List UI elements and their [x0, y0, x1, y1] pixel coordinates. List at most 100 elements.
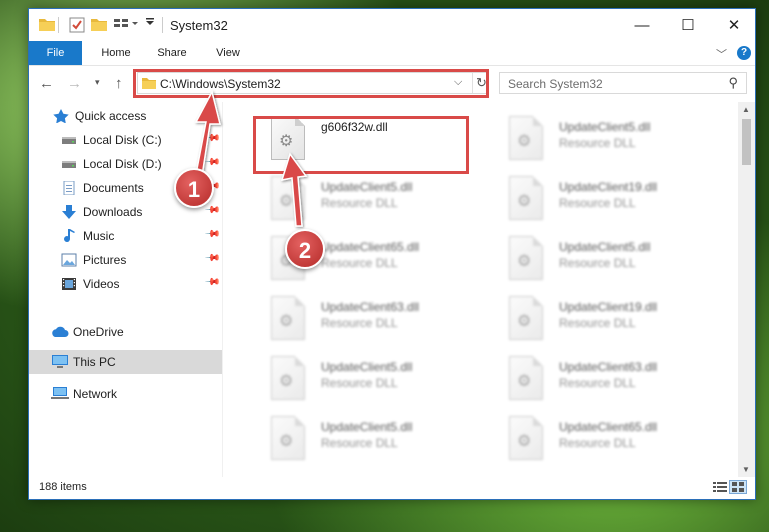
title-bar: System32 — ☐ ✕ — [29, 9, 755, 41]
sidebar-item-pictures[interactable]: Pictures 📌 — [29, 248, 222, 272]
dll-file-icon: ⚙ — [509, 236, 543, 280]
file-name: UpdateClient5.dll — [321, 360, 413, 374]
ribbon-expand-icon[interactable]: ﹀ — [716, 46, 727, 62]
sidebar-item-videos[interactable]: Videos 📌 — [29, 272, 222, 296]
recent-locations-icon[interactable]: ▾ — [95, 77, 100, 88]
file-name: UpdateClient63.dll — [559, 360, 658, 374]
pin-icon[interactable]: 📌 — [203, 250, 220, 267]
address-highlight-box — [133, 69, 489, 98]
sidebar-item-label: Local Disk (D:) — [83, 157, 162, 171]
file-type: Resource DLL — [559, 316, 636, 330]
file-item[interactable]: ⚙ UpdateClient65.dll Resource DLL — [247, 232, 477, 288]
file-type: Resource DLL — [321, 196, 398, 210]
file-name: UpdateClient5.dll — [321, 420, 413, 434]
file-type: Resource DLL — [321, 436, 398, 450]
star-icon — [53, 109, 69, 124]
customize-toolbar-icon[interactable] — [113, 17, 141, 31]
dll-file-icon: ⚙ — [509, 116, 543, 160]
sidebar-item-this-pc[interactable]: This PC — [29, 350, 222, 374]
details-view-icon[interactable] — [713, 481, 727, 496]
file-item[interactable]: ⚙ UpdateClient5.dll Resource DLL — [247, 352, 477, 408]
file-type: Resource DLL — [321, 376, 398, 390]
sidebar-item-label: Documents — [83, 181, 144, 195]
network-icon — [51, 387, 69, 401]
music-icon — [61, 229, 77, 243]
scroll-thumb[interactable] — [742, 119, 751, 165]
tab-home[interactable]: Home — [91, 41, 141, 65]
chevron-down-icon[interactable] — [145, 17, 155, 27]
file-item[interactable]: ⚙ UpdateClient19.dll Resource DLL — [485, 172, 715, 228]
step-badge-1: 1 — [174, 168, 214, 208]
file-item[interactable]: ⚙ UpdateClient63.dll Resource DLL — [247, 292, 477, 348]
back-arrow-icon[interactable]: ← — [39, 75, 54, 92]
sidebar-item-quick-access[interactable]: Quick access — [29, 104, 222, 128]
sidebar-item-label: This PC — [73, 355, 116, 369]
dll-file-icon: ⚙ — [509, 416, 543, 460]
dll-file-icon: ⚙ — [509, 176, 543, 220]
file-type: Resource DLL — [321, 316, 398, 330]
file-list: ⚙ g606f32w.dll ⚙ UpdateClient5.dll Resou… — [223, 102, 737, 477]
sidebar-item-network[interactable]: Network — [29, 382, 222, 406]
new-folder-icon[interactable] — [91, 17, 107, 31]
file-type: Resource DLL — [559, 136, 636, 150]
minimize-button[interactable]: — — [619, 9, 665, 41]
file-name: UpdateClient5.dll — [559, 120, 651, 134]
scroll-down-icon[interactable]: ▼ — [742, 465, 750, 474]
pin-icon[interactable]: 📌 — [203, 274, 220, 291]
dll-file-icon: ⚙ — [271, 356, 305, 400]
maximize-button[interactable]: ☐ — [665, 9, 711, 41]
file-item[interactable]: ⚙ UpdateClient65.dll Resource DLL — [485, 412, 715, 468]
cloud-icon — [51, 325, 69, 339]
file-item[interactable]: ⚙ UpdateClient63.dll Resource DLL — [485, 352, 715, 408]
dll-file-icon: ⚙ — [509, 296, 543, 340]
file-item[interactable]: ⚙ UpdateClient5.dll Resource DLL — [247, 412, 477, 468]
status-bar: 188 items — [29, 477, 755, 499]
sidebar-item-onedrive[interactable]: OneDrive — [29, 320, 222, 344]
file-name: UpdateClient19.dll — [559, 300, 658, 314]
file-item[interactable]: ⚙ UpdateClient5.dll Resource DLL — [485, 112, 715, 168]
pin-icon[interactable]: 📌 — [203, 202, 220, 219]
file-name: UpdateClient63.dll — [321, 300, 420, 314]
vertical-scrollbar[interactable]: ▲ ▼ — [738, 102, 755, 477]
pin-icon[interactable]: 📌 — [203, 154, 220, 171]
documents-icon — [61, 180, 77, 196]
dll-file-icon: ⚙ — [271, 416, 305, 460]
search-icon[interactable]: ⚲ — [728, 75, 738, 91]
scroll-up-icon[interactable]: ▲ — [742, 105, 750, 114]
tab-file[interactable]: File — [29, 41, 82, 65]
tab-view[interactable]: View — [205, 41, 251, 65]
file-item[interactable]: ⚙ UpdateClient5.dll Resource DLL — [247, 172, 477, 228]
forward-arrow-icon[interactable]: → — [67, 75, 82, 92]
sidebar-item-label: Videos — [83, 277, 120, 291]
file-name: UpdateClient5.dll — [559, 240, 651, 254]
tiles-view-icon[interactable] — [729, 480, 747, 494]
navigation-pane: Quick access Local Disk (C:) 📌 Local Dis… — [29, 102, 222, 477]
file-type: Resource DLL — [559, 256, 636, 270]
properties-icon[interactable] — [69, 17, 85, 33]
file-item[interactable]: ⚙ UpdateClient19.dll Resource DLL — [485, 292, 715, 348]
pin-icon[interactable]: 📌 — [203, 226, 220, 243]
tab-share[interactable]: Share — [147, 41, 197, 65]
sidebar-item-music[interactable]: Music 📌 — [29, 224, 222, 248]
download-icon — [61, 205, 77, 219]
dll-file-icon: ⚙ — [271, 176, 305, 220]
search-input[interactable] — [506, 75, 720, 93]
file-item[interactable]: ⚙ UpdateClient5.dll Resource DLL — [485, 232, 715, 288]
sidebar-item-label: Downloads — [83, 205, 143, 219]
sidebar-item-label: OneDrive — [73, 325, 124, 339]
navigation-bar: ← → ▾ ↑ C:\Windows\System32 ⌵ ↻ ⚲ — [29, 66, 755, 102]
search-box[interactable]: ⚲ — [499, 72, 747, 94]
pin-icon[interactable]: 📌 — [203, 130, 220, 147]
folder-icon — [39, 17, 55, 31]
sidebar-item-local-disk-c[interactable]: Local Disk (C:) 📌 — [29, 128, 222, 152]
file-name: UpdateClient65.dll — [559, 420, 658, 434]
window-title: System32 — [170, 18, 228, 33]
help-icon[interactable]: ? — [737, 46, 751, 60]
file-type: Resource DLL — [559, 376, 636, 390]
file-name: UpdateClient5.dll — [321, 180, 413, 194]
up-arrow-icon[interactable]: ↑ — [115, 75, 123, 92]
dll-file-icon: ⚙ — [271, 296, 305, 340]
pictures-icon — [61, 253, 77, 267]
dll-file-icon: ⚙ — [509, 356, 543, 400]
close-button[interactable]: ✕ — [711, 9, 757, 41]
